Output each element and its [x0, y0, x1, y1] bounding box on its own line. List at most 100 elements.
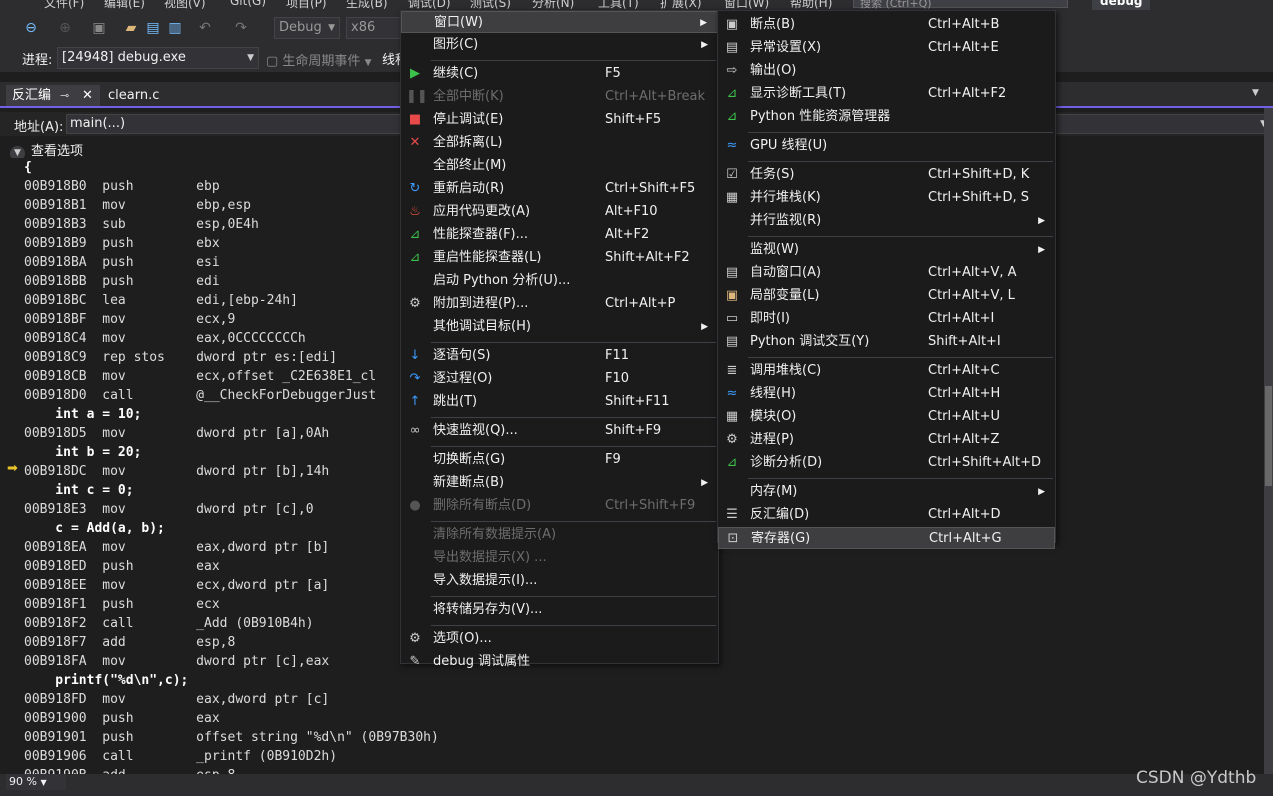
asm-line[interactable]: 00B918D5 mov dword ptr [a],0Ah [24, 424, 329, 443]
source-line[interactable]: int b = 20; [24, 443, 141, 462]
close-icon[interactable]: ✕ [82, 85, 93, 106]
platform-select[interactable]: x86 [346, 17, 402, 39]
vertical-scrollbar[interactable] [1264, 108, 1273, 774]
menu-item[interactable]: ▦ 模块(O) Ctrl+Alt+U [718, 406, 1055, 428]
menu-item[interactable]: 全部终止(M) [401, 155, 718, 177]
menu-git[interactable]: Git(G) [230, 0, 266, 8]
menu-item[interactable]: 启动 Python 分析(U)... [401, 270, 718, 292]
menu-item[interactable]: ♨ 应用代码更改(A) Alt+F10 [401, 201, 718, 223]
menu-item[interactable]: ■ 停止调试(E) Shift+F5 [401, 109, 718, 131]
menu-help[interactable]: 帮助(H) [790, 0, 832, 10]
asm-line[interactable]: 00B918C9 rep stos dword ptr es:[edi] [24, 348, 337, 367]
tab-overflow-icon[interactable]: ▼ [1252, 88, 1259, 98]
menu-item[interactable]: ↓ 逐语句(S) F11 [401, 345, 718, 367]
source-line[interactable]: c = Add(a, b); [24, 519, 165, 538]
asm-line[interactable]: 00B918EE mov ecx,dword ptr [a] [24, 576, 329, 595]
menu-debug[interactable]: 调试(D) [408, 0, 451, 10]
pin-icon[interactable]: ⊸ [60, 85, 69, 106]
asm-line[interactable]: 00B918BA push esi [24, 253, 220, 272]
solution-config-select[interactable]: Debug ▼ [274, 17, 340, 39]
menu-extensions[interactable]: 扩展(X) [660, 0, 702, 10]
asm-line[interactable]: 00B918F2 call _Add (0B910B4h) [24, 614, 314, 633]
menu-edit[interactable]: 编辑(E) [104, 0, 145, 10]
source-line[interactable]: int a = 10; [24, 405, 141, 424]
menu-file[interactable]: 文件(F) [44, 0, 84, 10]
menu-item[interactable]: ▤ 自动窗口(A) Ctrl+Alt+V, A [718, 262, 1055, 284]
asm-line[interactable]: 00B918EA mov eax,dword ptr [b] [24, 538, 329, 557]
menu-tools[interactable]: 工具(T) [598, 0, 639, 10]
menu-item[interactable]: ▣ 局部变量(L) Ctrl+Alt+V, L [718, 285, 1055, 307]
menu-item[interactable]: ● 删除所有断点(D) Ctrl+Shift+F9 [401, 495, 718, 517]
menu-project[interactable]: 项目(P) [286, 0, 327, 10]
open-folder-icon[interactable]: ▰ [122, 19, 140, 37]
menu-item[interactable]: ▶ 继续(C) F5 [401, 63, 718, 85]
menu-item[interactable]: ⇨ 输出(O) [718, 60, 1055, 82]
undo-icon[interactable]: ↶ [196, 19, 214, 37]
zoom-select[interactable]: 90 % ▼ [6, 774, 66, 790]
asm-line[interactable]: 00B918D0 call @__CheckForDebuggerJust [24, 386, 376, 405]
menu-item[interactable]: ↷ 逐过程(O) F10 [401, 368, 718, 390]
back-icon[interactable]: ⊖ [22, 19, 40, 37]
lifecycle-events-button[interactable]: ▢ 生命周期事件 ▼ [266, 50, 372, 69]
menu-item[interactable]: ⊿ 诊断分析(D) Ctrl+Shift+Alt+D [718, 452, 1055, 474]
menu-item[interactable]: ▭ 即时(I) Ctrl+Alt+I [718, 308, 1055, 330]
menu-item[interactable]: 将转储另存为(V)... [401, 599, 718, 621]
menu-analyze[interactable]: 分析(N) [532, 0, 574, 10]
menu-item[interactable]: 清除所有数据提示(A) [401, 524, 718, 546]
asm-line[interactable]: 00B918F1 push ecx [24, 595, 220, 614]
asm-line[interactable]: 00B91906 call _printf (0B910D2h) [24, 747, 337, 766]
menu-item[interactable]: ⚙ 附加到进程(P)... Ctrl+Alt+P [401, 293, 718, 315]
process-select[interactable]: [24948] debug.exe ▼ [57, 47, 259, 69]
asm-line[interactable]: 00B918DC mov dword ptr [b],14h [24, 462, 329, 481]
asm-line[interactable]: 00B918FA mov dword ptr [c],eax [24, 652, 329, 671]
menu-item[interactable]: ⊿ 显示诊断工具(T) Ctrl+Alt+F2 [718, 83, 1055, 105]
asm-line[interactable]: 00B918FD mov eax,dword ptr [c] [24, 690, 329, 709]
menu-item[interactable]: ✕ 全部拆离(L) [401, 132, 718, 154]
menu-item[interactable]: ☑ 任务(S) Ctrl+Shift+D, K [718, 164, 1055, 186]
tab-clearn-c[interactable]: clearn.c [102, 85, 204, 106]
menu-item[interactable]: ✎ debug 调试属性 [401, 651, 718, 673]
asm-line[interactable]: 00B9190B add esp,8 [24, 766, 235, 774]
asm-line[interactable]: 00B918B9 push ebx [24, 234, 220, 253]
menu-item[interactable]: 导出数据提示(X) ... [401, 547, 718, 569]
menu-item[interactable]: ≣ 调用堆栈(C) Ctrl+Alt+C [718, 360, 1055, 382]
asm-line[interactable]: 00B918BF mov ecx,9 [24, 310, 235, 329]
asm-line[interactable]: 00B91901 push offset string "%d\n" (0B97… [24, 728, 439, 747]
menu-item[interactable]: ∞ 快速监视(Q)... Shift+F9 [401, 420, 718, 442]
menu-item[interactable]: 内存(M) ▶ [718, 481, 1055, 503]
menu-test[interactable]: 测试(S) [470, 0, 511, 10]
menu-build[interactable]: 生成(B) [346, 0, 388, 10]
menu-item[interactable]: ↑ 跳出(T) Shift+F11 [401, 391, 718, 413]
save-all-icon[interactable]: ▥ [166, 19, 184, 37]
menu-view[interactable]: 视图(V) [164, 0, 206, 10]
menu-item[interactable]: ⊿ 重启性能探查器(L) Shift+Alt+F2 [401, 247, 718, 269]
scrollbar-thumb[interactable] [1265, 386, 1272, 486]
menu-item[interactable]: 新建断点(B) ▶ [401, 472, 718, 494]
source-line[interactable]: printf("%d\n",c); [24, 671, 188, 690]
forward-icon[interactable]: ⊕ [56, 19, 74, 37]
menu-item[interactable]: ⊿ 性能探查器(F)... Alt+F2 [401, 224, 718, 246]
new-project-icon[interactable]: ▣ [90, 19, 108, 37]
asm-line[interactable]: 00B918BB push edi [24, 272, 220, 291]
menu-item[interactable]: ≈ GPU 线程(U) [718, 135, 1055, 157]
asm-line[interactable]: 00B918E3 mov dword ptr [c],0 [24, 500, 314, 519]
tab-disassembly[interactable]: 反汇编 ⊸ ✕ [6, 85, 100, 106]
save-icon[interactable]: ▤ [144, 19, 162, 37]
menu-item[interactable]: 其他调试目标(H) ▶ [401, 316, 718, 338]
menu-window[interactable]: 窗口(W) [724, 0, 769, 10]
asm-line[interactable]: 00B918F7 add esp,8 [24, 633, 235, 652]
menu-item[interactable]: ⊡ 寄存器(G) Ctrl+Alt+G [718, 527, 1055, 549]
menu-item[interactable]: ▤ 异常设置(X) Ctrl+Alt+E [718, 37, 1055, 59]
asm-line[interactable]: 00B918BC lea edi,[ebp-24h] [24, 291, 298, 310]
menu-item[interactable]: ▤ Python 调试交互(Y) Shift+Alt+I [718, 331, 1055, 353]
menu-item[interactable]: ⚙ 进程(P) Ctrl+Alt+Z [718, 429, 1055, 451]
menu-item[interactable]: ☰ 反汇编(D) Ctrl+Alt+D [718, 504, 1055, 526]
source-line[interactable]: { [24, 158, 32, 177]
menu-item[interactable]: ❚❚ 全部中断(K) Ctrl+Alt+Break [401, 86, 718, 108]
menu-item[interactable]: 切换断点(G) F9 [401, 449, 718, 471]
menu-item[interactable]: ▦ 并行堆栈(K) Ctrl+Shift+D, S [718, 187, 1055, 209]
asm-line[interactable]: 00B918CB mov ecx,offset _C2E638E1_cl [24, 367, 376, 386]
asm-line[interactable]: 00B918B3 sub esp,0E4h [24, 215, 259, 234]
menu-item[interactable]: 监视(W) ▶ [718, 239, 1055, 261]
asm-line[interactable]: 00B918C4 mov eax,0CCCCCCCCh [24, 329, 306, 348]
